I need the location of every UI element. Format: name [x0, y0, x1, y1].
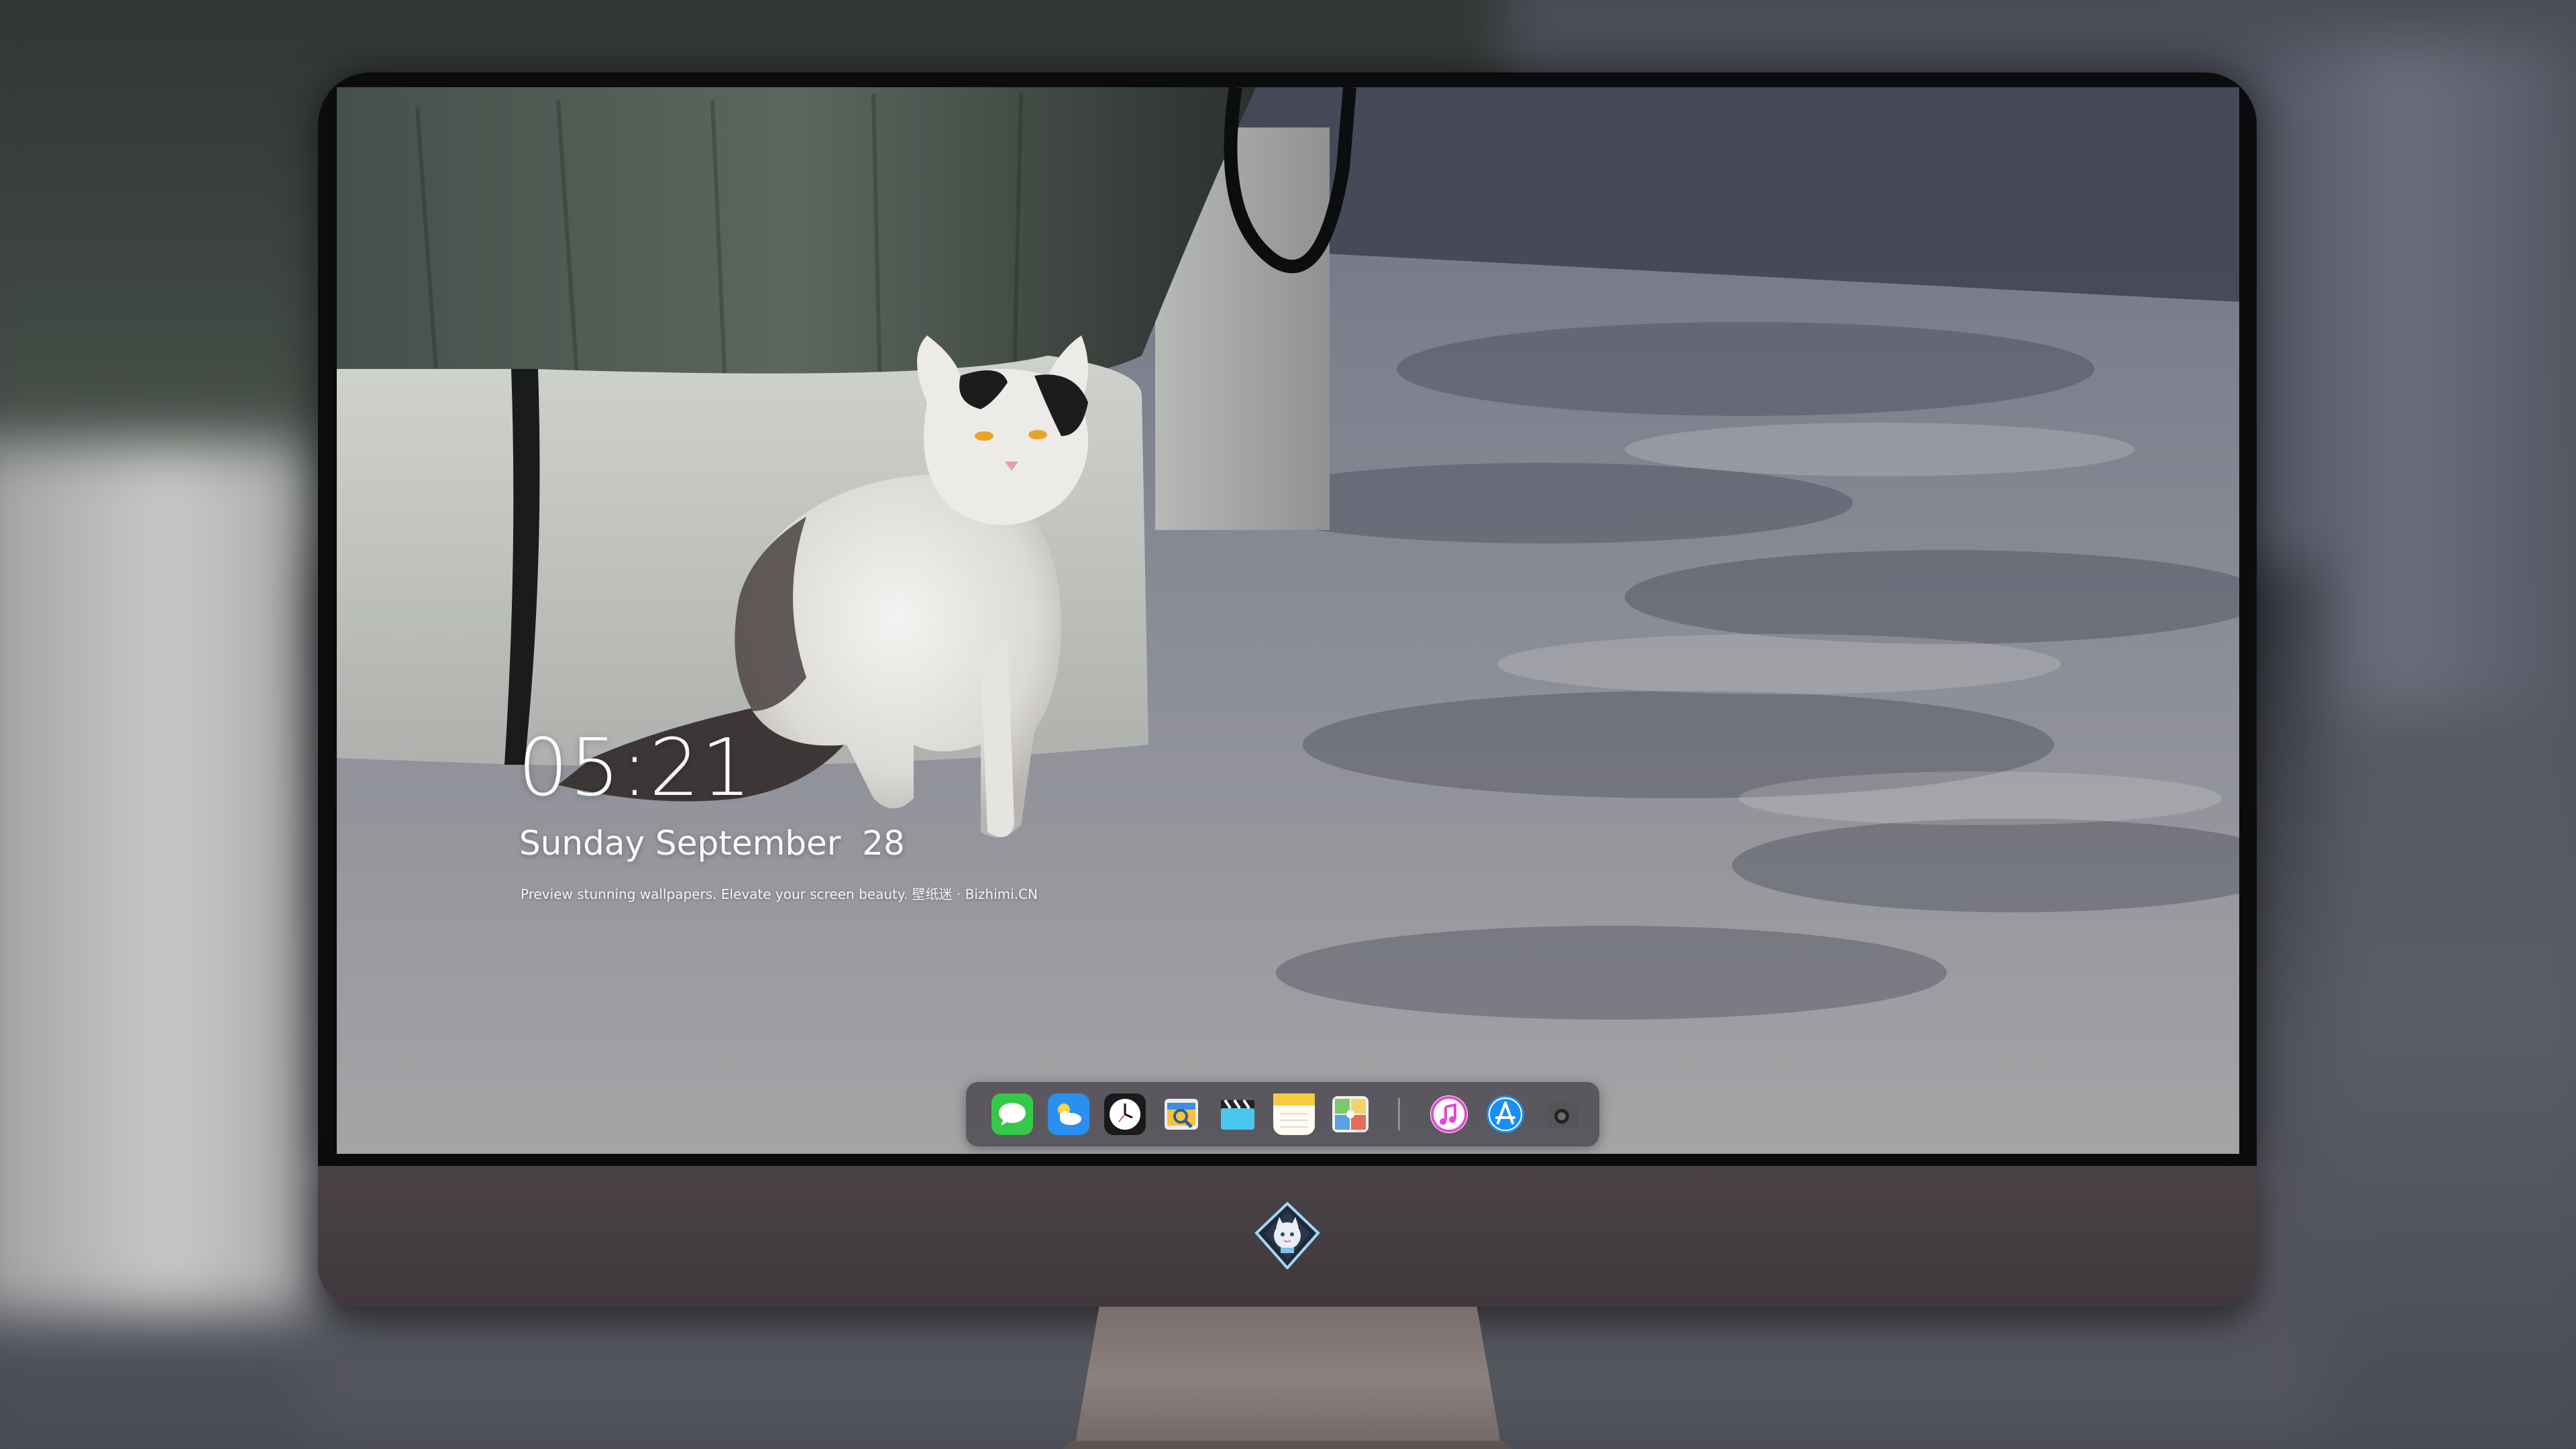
- camera-icon[interactable]: [1541, 1093, 1582, 1135]
- app-store-icon[interactable]: [1485, 1093, 1526, 1135]
- monitor-stand-base: [1002, 1441, 1572, 1449]
- wallpaper-cat-photo: [337, 87, 2239, 1154]
- preview-icon[interactable]: [1161, 1093, 1202, 1135]
- notes-icon[interactable]: [1273, 1093, 1315, 1135]
- dock-separator: [1398, 1098, 1400, 1130]
- monitor-stand: [1073, 1307, 1503, 1449]
- lock-screen-date: Sunday September 28: [519, 824, 905, 863]
- clock-icon[interactable]: [1104, 1093, 1146, 1135]
- messages-icon[interactable]: [991, 1093, 1033, 1135]
- screen: 05:21 Sunday September 28 Preview stunni…: [337, 87, 2239, 1154]
- stage: 05:21 Sunday September 28 Preview stunni…: [0, 0, 2576, 1449]
- dock: [966, 1082, 1599, 1146]
- lock-screen-time: 05:21: [518, 721, 753, 814]
- music-icon[interactable]: [1428, 1093, 1470, 1135]
- weather-icon[interactable]: [1048, 1093, 1089, 1135]
- brand-logo-icon: [1254, 1201, 1321, 1271]
- maps-icon[interactable]: [1330, 1093, 1371, 1135]
- wallpaper-caption: Preview stunning wallpapers. Elevate you…: [521, 886, 1038, 902]
- clapperboard-icon[interactable]: [1217, 1093, 1258, 1135]
